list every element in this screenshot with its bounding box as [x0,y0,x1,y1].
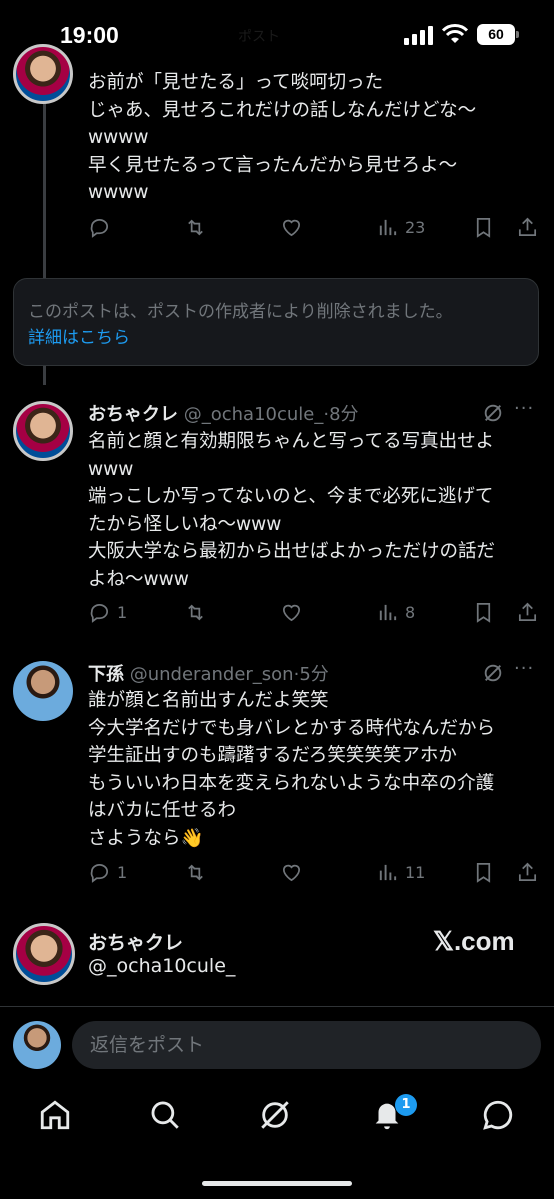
post-text: お前が「見せたる」って啖呵切った じゃあ、見せろこれだけの話しなんだけどな〜 w… [88,72,477,203]
reply-icon [90,604,108,623]
my-avatar[interactable] [13,1021,61,1069]
more-options-icon[interactable]: ··· [514,398,534,419]
wifi-icon [442,24,468,43]
reply-input[interactable]: 返信をポスト [72,1021,541,1069]
reply-button[interactable] [88,216,111,239]
post-actions: 1 11 [88,861,538,891]
heart-icon [282,604,301,622]
more-options-icon[interactable]: ··· [514,658,534,679]
reply-button[interactable]: 1 [88,861,127,884]
bookmark-icon [476,218,491,238]
bookmark-button[interactable] [472,216,495,239]
views-button[interactable]: 23 [376,216,425,239]
views-button[interactable]: 8 [376,601,415,624]
author-name[interactable]: おちゃクレ [88,404,178,425]
post-time: ·8分 [323,404,359,425]
heart-icon [282,219,301,237]
reply-icon [90,219,108,238]
status-time: 19:00 [60,22,119,48]
bookmark-icon [476,863,491,883]
share-button[interactable] [516,216,539,239]
share-icon [518,602,537,622]
post-text: 誰が顔と名前出すんだよ笑笑 今大学名だけでも身バレとかする時代なんだから 学生証… [88,690,496,849]
post-actions: 23 [88,216,538,246]
avatar[interactable] [13,661,73,721]
search-icon[interactable] [148,1098,182,1132]
post-header: おちゃクレ @_ocha10cule_·8分 [88,400,359,426]
repost-icon [188,604,203,621]
status-bar: 19:00 ポスト 60 [0,0,554,72]
messages-icon[interactable] [481,1098,515,1132]
divider [0,1006,554,1007]
repost-icon [188,864,203,881]
reply-count: 1 [117,863,128,882]
views-count: 23 [405,218,426,237]
x-com-logo: 𝕏.com [433,926,515,956]
avatar[interactable] [13,401,73,461]
bottom-tab-bar [0,1090,554,1150]
share-button[interactable] [516,601,539,624]
reply-icon [90,864,108,883]
repost-icon [188,219,203,236]
grok-icon[interactable] [258,1098,292,1132]
battery-indicator: 60 [477,24,519,45]
repost-button[interactable] [184,216,207,239]
home-indicator [202,1181,352,1186]
faded-header-title: ポスト [238,29,280,45]
grok-icon[interactable] [482,402,504,424]
profile-card-name: おちゃクレ [88,932,184,954]
like-button[interactable] [280,216,303,239]
share-button[interactable] [516,861,539,884]
profile-card-handle: @_ocha10cule_ [88,955,236,977]
author-handle[interactable]: @_ocha10cule_ [184,404,324,425]
views-button[interactable]: 11 [376,861,425,884]
share-icon [518,862,537,882]
reply-count: 1 [117,603,128,622]
views-chart-icon [379,604,397,621]
post-time: ·5分 [293,664,329,685]
cellular-signal-icon [404,26,433,45]
author-name[interactable]: 下孫 [88,664,124,685]
repost-button[interactable] [184,861,207,884]
views-chart-icon [379,864,397,881]
post-actions: 1 8 [88,601,538,631]
heart-icon [282,864,301,882]
avatar[interactable] [13,44,73,104]
author-handle[interactable]: @underander_son [130,664,294,685]
learn-more-link[interactable]: 詳細はこちら [28,323,130,348]
post-header: 下孫 @underander_son·5分 [88,660,329,686]
like-button[interactable] [280,861,303,884]
deleted-notice-text: このポストは、ポストの作成者により削除されました。 [28,302,453,322]
bookmark-button[interactable] [472,861,495,884]
bookmark-icon [476,603,491,623]
deleted-post-notice: このポストは、ポストの作成者により削除されました。 詳細はこちら [13,278,539,366]
post-text: 名前と顔と有効期限ちゃんと写ってる写真出せよ www 端っこしか写ってないのと、… [88,431,496,590]
profile-card-avatar [13,923,75,985]
views-count: 11 [405,863,426,882]
bookmark-button[interactable] [472,601,495,624]
reply-button[interactable]: 1 [88,601,127,624]
views-chart-icon [379,219,397,236]
views-count: 8 [405,603,416,622]
share-icon [518,217,537,237]
notification-badge: 1 [395,1094,417,1116]
home-icon[interactable] [38,1098,72,1132]
like-button[interactable] [280,601,303,624]
grok-icon[interactable] [482,662,504,684]
repost-button[interactable] [184,601,207,624]
